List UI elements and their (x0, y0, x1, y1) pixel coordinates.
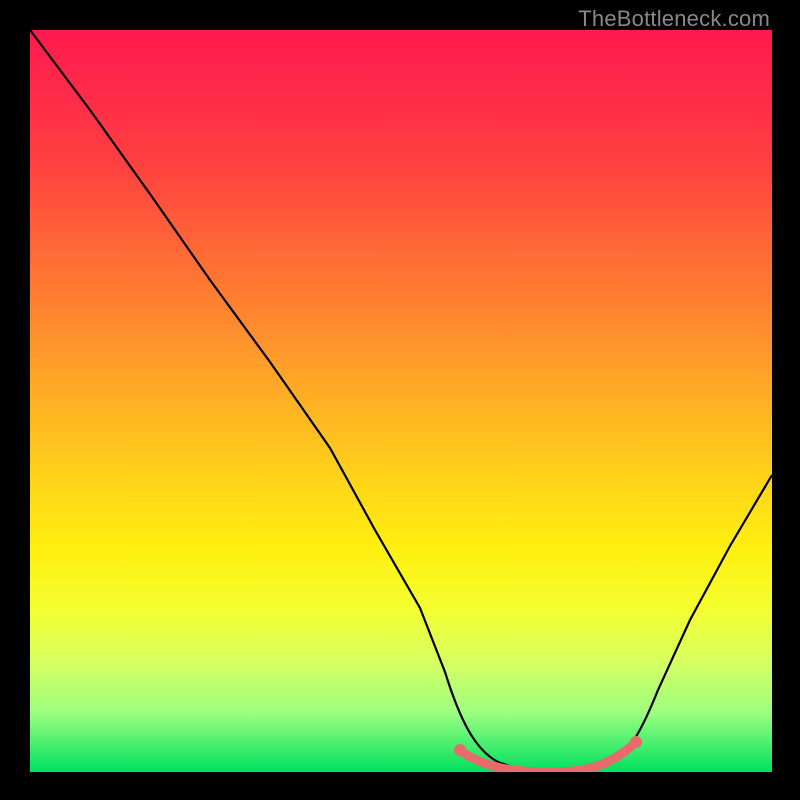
bottleneck-curve (30, 30, 772, 772)
curve-layer (30, 30, 772, 772)
plot-area (30, 30, 772, 772)
attribution-text: TheBottleneck.com (578, 6, 770, 32)
highlight-segment (462, 744, 634, 772)
chart-frame: TheBottleneck.com (0, 0, 800, 800)
